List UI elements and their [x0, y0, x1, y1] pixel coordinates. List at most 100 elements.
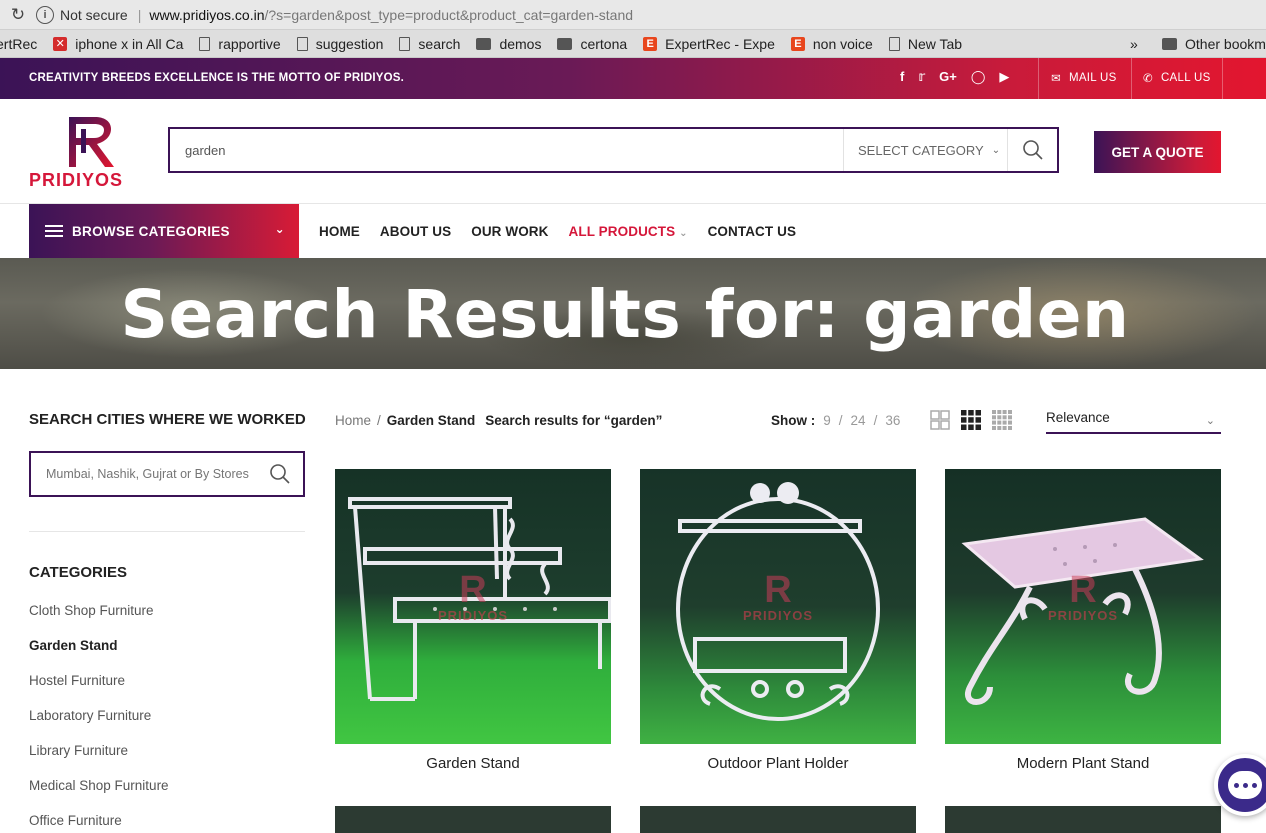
- promo-bar: CREATIVITY BREEDS EXCELLENCE IS THE MOTT…: [0, 58, 1266, 99]
- product-image[interactable]: R PRIDIYOS: [640, 469, 916, 744]
- nav-our-work[interactable]: OUR WORK: [471, 224, 548, 239]
- folder-icon: [476, 37, 492, 50]
- product-name[interactable]: Outdoor Plant Holder: [640, 755, 916, 772]
- other-bookmarks[interactable]: Other bookm: [1162, 30, 1266, 57]
- city-search-button[interactable]: [257, 463, 303, 485]
- search-icon: [270, 464, 290, 484]
- bookmark-folder[interactable]: demos: [476, 36, 541, 52]
- product-card[interactable]: R PRIDIYOS Outdoor Plant Holder: [640, 469, 916, 772]
- per-page-selector: Show : 9 / 24 / 36: [771, 413, 900, 428]
- info-icon[interactable]: i: [36, 5, 54, 24]
- per-page-separator: /: [873, 413, 878, 428]
- expertrec-icon: E: [643, 36, 658, 51]
- get-a-quote-button[interactable]: GET A QUOTE: [1094, 131, 1221, 173]
- bookmark-folder[interactable]: certona: [557, 36, 627, 52]
- divider: [29, 531, 305, 532]
- site-logo[interactable]: PRIDIYOS: [29, 113, 149, 191]
- mail-us-link[interactable]: ✉ MAIL US: [1051, 71, 1117, 85]
- product-card-partial[interactable]: [945, 806, 1221, 833]
- breadcrumb-current: Search results for “garden”: [485, 413, 663, 428]
- folder-icon: [557, 37, 573, 50]
- chat-widget-button[interactable]: [1214, 754, 1266, 816]
- per-page-9[interactable]: 9: [823, 413, 831, 428]
- per-page-24[interactable]: 24: [851, 413, 866, 428]
- logo-wordmark: PRIDIYOS: [29, 170, 124, 190]
- url-separator: |: [137, 6, 142, 23]
- breadcrumb-home[interactable]: Home: [335, 413, 371, 428]
- divider: [1222, 58, 1223, 99]
- hamburger-icon: [45, 225, 63, 237]
- city-search-box: [29, 451, 305, 497]
- category-link-current[interactable]: Garden Stand: [29, 638, 169, 673]
- search-icon: [1022, 140, 1043, 160]
- bookmark-item[interactable]: E ExpertRec - Expe: [643, 36, 775, 52]
- divider: [1038, 58, 1039, 99]
- per-page-separator: /: [838, 413, 843, 428]
- social-links: f 𝕣 G+ ◯ ▶: [900, 69, 1009, 85]
- url-host[interactable]: www.pridiyos.co.in: [149, 7, 264, 23]
- bookmark-item[interactable]: ✕ iphone x in All Ca: [53, 36, 183, 52]
- page-hero: Search Results for: garden: [0, 258, 1266, 369]
- motto-text: CREATIVITY BREEDS EXCELLENCE IS THE MOTT…: [29, 72, 405, 84]
- search-input[interactable]: [170, 129, 843, 171]
- breadcrumb-category[interactable]: Garden Stand: [387, 413, 476, 428]
- sort-select[interactable]: Relevance ⌄: [1046, 406, 1221, 434]
- nav-contact-us[interactable]: CONTACT US: [708, 224, 797, 239]
- breadcrumb-separator: /: [377, 413, 381, 428]
- nav-about-us[interactable]: ABOUT US: [380, 224, 451, 239]
- product-name[interactable]: Modern Plant Stand: [945, 755, 1221, 772]
- bookmark-item[interactable]: Enon voice: [790, 36, 873, 52]
- grid-2-icon[interactable]: [930, 410, 950, 430]
- product-image[interactable]: R PRIDIYOS: [945, 469, 1221, 744]
- site-header: PRIDIYOS SELECT CATEGORY ⌄ GET A QUOTE: [0, 99, 1266, 204]
- bookmark-item[interactable]: search: [399, 36, 460, 52]
- category-link[interactable]: Library Furniture: [29, 743, 169, 778]
- reload-icon[interactable]: ↻: [0, 5, 36, 25]
- chevron-down-icon: ⌄: [679, 227, 688, 239]
- browse-categories-button[interactable]: BROWSE CATEGORIES ⌄: [29, 204, 299, 258]
- url-path[interactable]: /?s=garden&post_type=product&product_cat…: [265, 7, 634, 23]
- bookmark-item[interactable]: rapportive: [199, 36, 281, 52]
- nav-home[interactable]: HOME: [319, 224, 360, 239]
- page-icon: [888, 36, 900, 51]
- product-search-bar: SELECT CATEGORY ⌄: [168, 127, 1059, 173]
- facebook-icon[interactable]: f: [900, 69, 904, 85]
- category-select[interactable]: SELECT CATEGORY ⌄: [843, 129, 1007, 171]
- product-name[interactable]: Garden Stand: [335, 755, 611, 772]
- category-link[interactable]: Cloth Shop Furniture: [29, 603, 169, 638]
- product-image[interactable]: R PRIDIYOS: [335, 469, 611, 744]
- instagram-icon[interactable]: ◯: [971, 69, 986, 85]
- bookmark-item[interactable]: suggestion: [296, 36, 383, 52]
- chevron-down-icon: ⌄: [991, 144, 1001, 156]
- product-card-partial[interactable]: [640, 806, 916, 833]
- bookmark-item[interactable]: New Tab: [888, 36, 962, 52]
- search-button[interactable]: [1007, 129, 1057, 171]
- chat-dot: [1242, 782, 1248, 788]
- per-page-36[interactable]: 36: [885, 413, 900, 428]
- breadcrumb: Home / Garden Stand Search results for “…: [335, 413, 662, 428]
- main-nav: BROWSE CATEGORIES ⌄ HOME ABOUT US OUR WO…: [0, 204, 1266, 258]
- grid-4-icon[interactable]: [992, 410, 1012, 430]
- youtube-icon[interactable]: ▶: [999, 69, 1009, 85]
- category-link[interactable]: Medical Shop Furniture: [29, 778, 169, 813]
- city-search-input[interactable]: [31, 467, 257, 481]
- product-card[interactable]: R PRIDIYOS Modern Plant Stand: [945, 469, 1221, 772]
- nav-all-products[interactable]: ALL PRODUCTS ⌄: [569, 224, 688, 239]
- category-link[interactable]: Hostel Furniture: [29, 673, 169, 708]
- chevron-down-icon: ⌄: [274, 222, 285, 236]
- categories-title: CATEGORIES: [29, 564, 128, 581]
- grid-3-icon[interactable]: [961, 410, 981, 430]
- bookmarks-more-button[interactable]: »: [1130, 30, 1138, 57]
- category-list: Cloth Shop Furniture Garden Stand Hostel…: [29, 603, 169, 833]
- category-link[interactable]: Office Furniture: [29, 813, 169, 833]
- product-card[interactable]: R PRIDIYOS Garden Stand: [335, 469, 611, 772]
- twitter-icon[interactable]: 𝕣: [918, 69, 925, 85]
- page-icon: [296, 36, 308, 51]
- product-card-partial[interactable]: [335, 806, 611, 833]
- category-link[interactable]: Laboratory Furniture: [29, 708, 169, 743]
- call-us-link[interactable]: ✆ CALL US: [1143, 71, 1211, 85]
- logo-mark-icon: [69, 117, 114, 167]
- bookmark-item[interactable]: ertRec: [0, 36, 37, 52]
- google-plus-icon[interactable]: G+: [939, 69, 957, 85]
- browser-url-bar[interactable]: ↻ i Not secure | www.pridiyos.co.in/?s=g…: [0, 0, 1266, 30]
